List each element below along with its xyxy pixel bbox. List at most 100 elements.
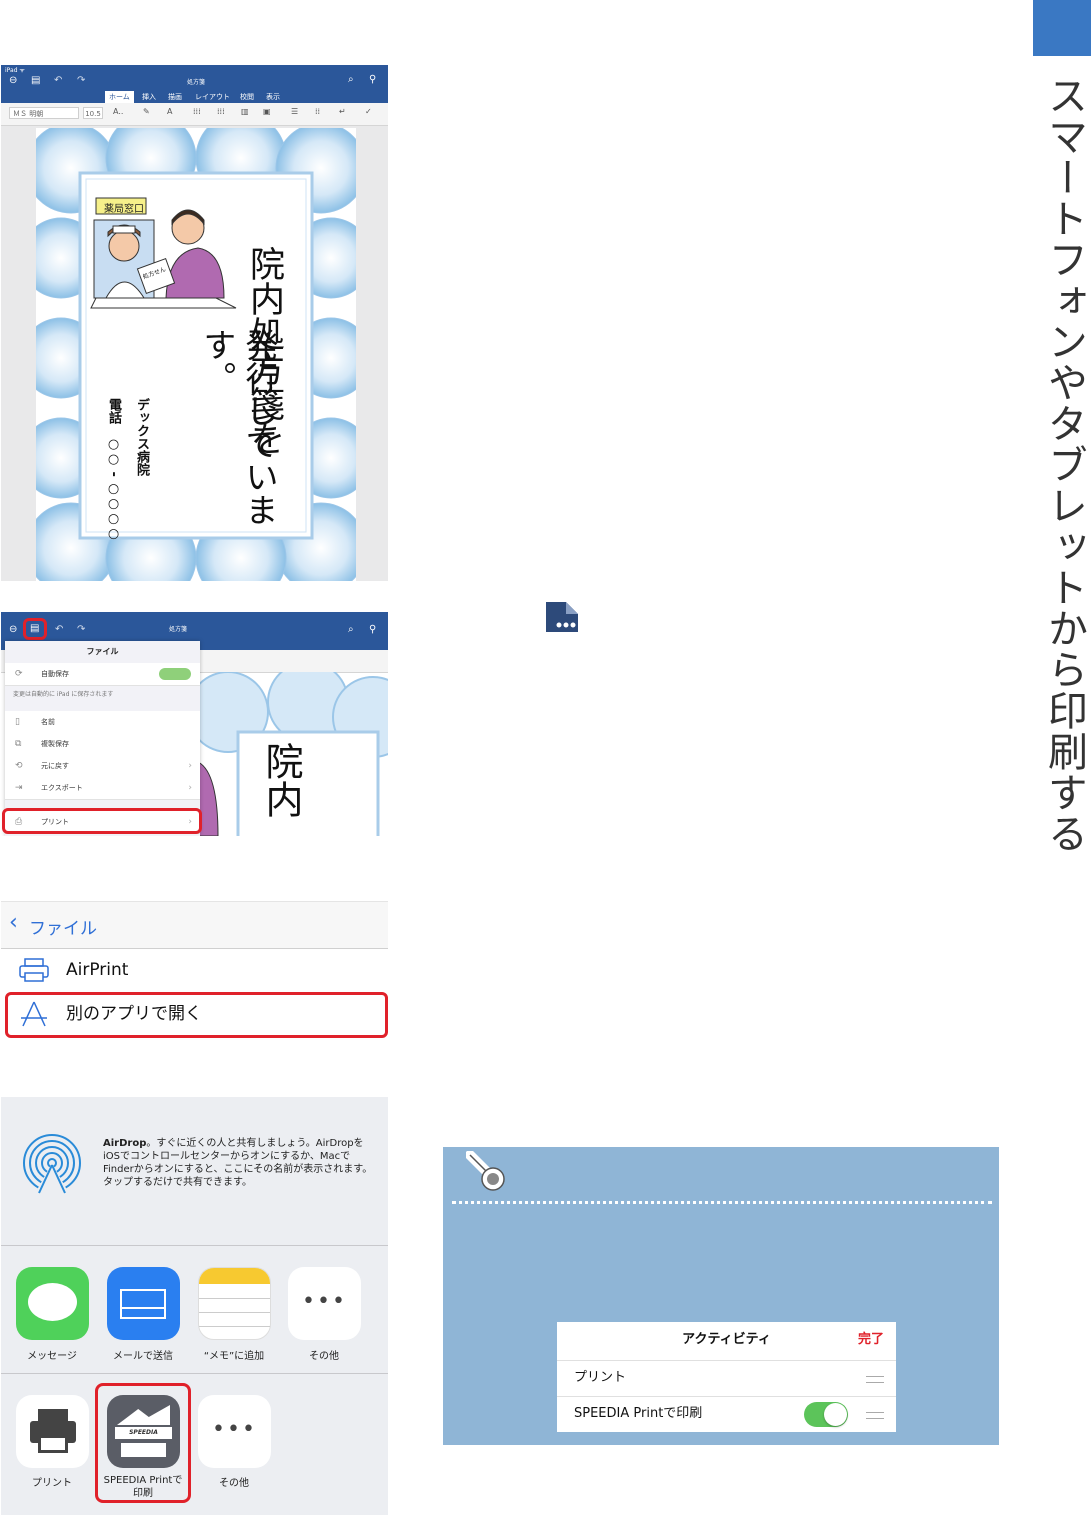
airprint-row[interactable]: AirPrint: [1, 948, 388, 992]
menu-item-restore[interactable]: ⟲ 元に戻す ›: [5, 755, 200, 778]
paragraph-icon[interactable]: ↵: [339, 107, 346, 116]
tab-insert[interactable]: 挿入: [142, 92, 156, 102]
printer-icon: [19, 958, 49, 982]
word-title-bar: iPad ᯤ ⊖ ▤ ↶ ↷ 処方箋 ⌕ ⚲ ホーム 挿入 描画 レイアウト 校…: [1, 65, 388, 103]
autosave-row: ⟳ 自動保存: [5, 663, 200, 686]
divider: [1, 1373, 388, 1374]
font-color-icon[interactable]: A: [167, 107, 172, 116]
activity-row-print: プリント: [557, 1360, 896, 1397]
tab-layout[interactable]: レイアウト: [195, 92, 230, 102]
duplicate-icon: ⧉: [15, 739, 22, 749]
menu-item-label: エクスポート: [41, 784, 83, 792]
menu-item-duplicate[interactable]: ⧉ 複製保存: [5, 733, 200, 756]
font-name-field[interactable]: ＭＳ 明朝: [9, 107, 79, 119]
file-icon[interactable]: ▤: [30, 623, 39, 634]
hospital-name: デックス病院: [134, 398, 149, 476]
undo-icon[interactable]: ↶: [55, 624, 63, 635]
app-label-notes: “メモ”に追加: [203, 1351, 265, 1362]
undo-icon[interactable]: ↶: [54, 75, 62, 86]
search-icon[interactable]: ⌕: [348, 74, 354, 85]
menu-item-label: 複製保存: [41, 740, 69, 748]
chevron-right-icon: ›: [188, 783, 192, 793]
autosave-toggle[interactable]: [159, 668, 191, 680]
messages-app-icon[interactable]: [16, 1267, 89, 1340]
restore-icon: ⟲: [15, 761, 23, 771]
share-user-icon[interactable]: ⚲: [369, 624, 376, 635]
word-document-screenshot: iPad ᯤ ⊖ ▤ ↶ ↷ 処方箋 ⌕ ⚲ ホーム 挿入 描画 レイアウト 校…: [1, 65, 388, 581]
document-title: 処方箋: [169, 626, 188, 633]
font-size-field[interactable]: 10.5: [83, 107, 103, 119]
app-label-more: その他: [309, 1351, 339, 1362]
back-icon[interactable]: ⊖: [9, 75, 17, 86]
menu-item-export[interactable]: ⇥ エクスポート ›: [5, 777, 200, 800]
mail-app-icon[interactable]: [107, 1267, 180, 1340]
airdrop-icon: [23, 1134, 81, 1197]
proofing-icon[interactable]: ✓: [365, 107, 372, 116]
pushpin-icon: [466, 1151, 505, 1191]
status-bar: iPad ᯤ: [5, 67, 25, 74]
font-format-icon[interactable]: A..: [113, 107, 123, 116]
bullets-icon[interactable]: ⁞⁞⁞: [193, 107, 201, 116]
autosave-label: 自動保存: [41, 670, 69, 678]
file-icon[interactable]: ▤: [31, 75, 40, 86]
line-spacing-icon[interactable]: ⁞⁞: [315, 107, 320, 116]
notes-app-icon[interactable]: [198, 1267, 271, 1340]
back-icon[interactable]: ⊖: [9, 624, 17, 635]
activity-row-label: SPEEDIA Printで印刷: [574, 1406, 703, 1421]
more-actions-icon[interactable]: •••: [198, 1395, 271, 1468]
file-menu-header: ファイル: [86, 647, 119, 656]
airprint-label: AirPrint: [66, 960, 129, 980]
headline-line2: 発行しています。: [198, 328, 279, 526]
menu-item-label: 名前: [41, 718, 55, 726]
redo-icon[interactable]: ↷: [77, 624, 85, 635]
share-sheet-screenshot: AirDrop。すぐに近くの人と共有しましょう。AirDropをiOSでコントロ…: [1, 1097, 388, 1515]
activity-title: アクティビティ: [682, 1332, 771, 1347]
activity-row-speedia: SPEEDIA Printで印刷: [557, 1396, 896, 1432]
indent-icon[interactable]: ▥: [241, 107, 249, 116]
activity-row-label: プリント: [574, 1370, 627, 1385]
chevron-right-icon: ›: [188, 761, 192, 771]
tab-home[interactable]: ホーム: [105, 91, 134, 103]
highlighter-icon[interactable]: ✎: [143, 107, 150, 116]
speedia-highlight: [95, 1383, 191, 1503]
align-icon[interactable]: ☰: [291, 107, 298, 116]
more-apps-icon[interactable]: •••: [288, 1267, 361, 1340]
chevron-left-icon[interactable]: ‹: [9, 910, 18, 935]
tab-draw[interactable]: 描画: [168, 92, 182, 102]
file-step-icon: [546, 602, 578, 632]
document-title: 処方箋: [187, 79, 206, 86]
airdrop-description: AirDrop。すぐに近くの人と共有しましょう。AirDropをiOSでコントロ…: [103, 1137, 375, 1189]
numbering-icon[interactable]: ⁞⁞⁞: [217, 107, 225, 116]
file-menu-panel: ファイル ⟳ 自動保存 変更は自動的に iPad に保存されます ▯ 名前 ⧉ …: [5, 641, 200, 836]
share-user-icon[interactable]: ⚲: [369, 74, 376, 85]
airdrop-title: AirDrop: [103, 1138, 147, 1149]
export-icon: ⇥: [15, 783, 23, 793]
back-label[interactable]: ファイル: [29, 914, 97, 939]
speedia-toggle[interactable]: [804, 1402, 848, 1427]
chapter-title: スマートフォンやタブレットから印刷する: [1041, 75, 1087, 854]
print-action-icon[interactable]: [16, 1395, 89, 1468]
back-navigation[interactable]: ‹ ファイル: [1, 902, 388, 949]
open-in-app-highlight: [5, 992, 388, 1038]
app-label-messages: メッセージ: [27, 1351, 77, 1362]
reorder-handle-icon[interactable]: [866, 1412, 884, 1419]
divider: [1, 1245, 388, 1246]
ribbon-toolbar: ＭＳ 明朝 10.5 A.. ✎ A ⁞⁞⁞ ⁞⁞⁞ ▥ ▣ ☰ ⁞⁞ ↵ ✓: [1, 103, 388, 126]
activity-header: アクティビティ 完了: [557, 1322, 896, 1361]
search-icon[interactable]: ⌕: [348, 624, 354, 635]
tab-review[interactable]: 校閲: [240, 92, 254, 102]
redo-icon[interactable]: ↷: [77, 75, 85, 86]
done-button[interactable]: 完了: [858, 1322, 884, 1358]
tab-view[interactable]: 表示: [266, 92, 280, 102]
document-page: 薬局窓口 処方せん 院内処方箋を 発行しています。 デックス病院 電話 ○○ -…: [36, 128, 356, 581]
paste-icon[interactable]: ▣: [263, 107, 271, 116]
hospital-phone: 電話 ○○ - ○○○○: [106, 398, 121, 542]
pharmacy-sign: 薬局窓口: [104, 204, 144, 215]
document-icon: ▯: [15, 717, 20, 727]
reorder-handle-icon[interactable]: [866, 1376, 884, 1383]
menu-item-label: 元に戻す: [41, 762, 69, 770]
menu-item-rename[interactable]: ▯ 名前: [5, 711, 200, 734]
print-highlight: [2, 808, 202, 834]
dotted-divider: [452, 1201, 992, 1204]
preview-headline: 院内: [259, 742, 303, 818]
